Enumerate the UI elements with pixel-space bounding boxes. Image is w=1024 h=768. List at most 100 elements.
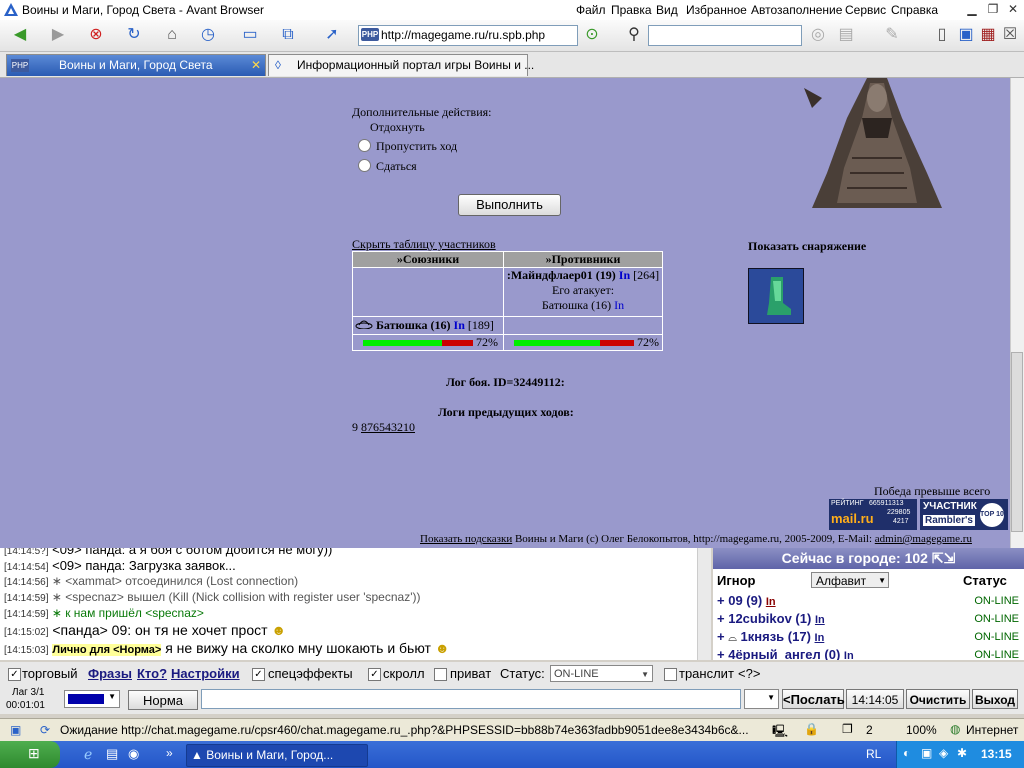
menu-tools[interactable]: Сервис <box>845 3 886 17</box>
attacker-name: Батюшка (16) <box>541 298 612 312</box>
menu-favorites[interactable]: Избранное <box>686 3 747 17</box>
translit-checkbox[interactable] <box>664 668 677 681</box>
recipient-select[interactable]: ▼ <box>744 689 779 709</box>
ally-hp-cell: 72% <box>352 334 504 351</box>
execute-button[interactable]: Выполнить <box>458 194 561 216</box>
new-page-icon[interactable]: ▯ <box>930 24 954 46</box>
translit-help-link[interactable]: <?> <box>738 666 760 681</box>
popup-blocker-icon[interactable]: 🖳 <box>772 722 788 743</box>
menu-view[interactable]: Вид <box>656 3 678 17</box>
tray-icon-1[interactable]: ◐ <box>903 746 910 760</box>
trade-checkbox[interactable]: ✓ <box>8 668 21 681</box>
status-select[interactable]: ON-LINE ▼ <box>550 665 653 682</box>
online-panel: Сейчас в городе: 102 ⇱⇲ Игнор Алфавит ▼ С… <box>713 548 1024 660</box>
online-user-row[interactable]: + ⌓ 1князь (17) In ON-LINE <box>717 629 1021 647</box>
message-input[interactable] <box>201 689 741 709</box>
zoom-level[interactable]: 100% <box>906 723 937 737</box>
cursor-icon[interactable]: ➚ <box>320 24 344 46</box>
back-icon[interactable]: ◀ <box>8 24 32 46</box>
print-icon[interactable]: ▤ <box>834 24 858 46</box>
clear-button[interactable]: Очистить <box>906 689 970 709</box>
more-quicklaunch-icon[interactable]: » <box>166 746 173 760</box>
boots-item-icon[interactable] <box>748 268 804 324</box>
start-button[interactable]: ⊞ <box>0 741 60 768</box>
search-icon[interactable]: ⚲ <box>622 24 646 46</box>
scroll-checkbox[interactable]: ✓ <box>368 668 381 681</box>
language-indicator[interactable]: RL <box>866 747 881 761</box>
settings-link[interactable]: Настройки <box>171 666 240 681</box>
refresh-icon[interactable]: ↻ <box>122 24 146 46</box>
window-icon[interactable]: ▭ <box>238 24 262 46</box>
surrender-radio[interactable] <box>358 159 371 172</box>
private-checkbox[interactable] <box>434 668 447 681</box>
search-engine-icon[interactable]: ◎ <box>806 24 830 46</box>
send-button[interactable]: <Послать <box>782 689 845 709</box>
chat-scrollbar[interactable] <box>697 548 711 660</box>
ally-hp-pct: 72% <box>476 335 498 349</box>
who-link[interactable]: Кто? <box>137 666 167 681</box>
close-tab-icon[interactable]: ☒ <box>998 24 1022 46</box>
show-gear-label[interactable]: Показать снаряжение <box>748 239 866 254</box>
stop-icon[interactable]: ⊗ <box>84 24 108 46</box>
mailru-rating-badge[interactable]: РЕЙТИНГ 665911313 229805 4217 mail.ru <box>829 499 917 530</box>
close-icon[interactable]: ✕ <box>251 55 261 76</box>
tab-magegame[interactable]: PHP Воины и Маги, Город Света ✕ <box>6 54 266 76</box>
tray-icon-3[interactable]: ◈ <box>939 746 948 760</box>
hide-table-link[interactable]: Скрыть таблицу участников <box>352 237 496 252</box>
enemy-name[interactable]: :Майндфлаер01 (19) <box>507 268 616 282</box>
chat-options-bar: ✓ торговый Фразы Кто? Настройки ✓ спецэф… <box>0 662 1024 686</box>
color-select[interactable]: ▼ <box>64 690 120 708</box>
menu-file[interactable]: Файл <box>576 3 606 17</box>
skip-turn-radio[interactable] <box>358 139 371 152</box>
hat-icon: ⌓ <box>728 632 737 644</box>
online-user-row[interactable]: + 09 (9) In ON-LINE <box>717 593 1021 611</box>
php-icon: PHP <box>11 59 29 72</box>
arrows-icon[interactable]: ⇱⇲ <box>932 550 955 566</box>
phrases-link[interactable]: Фразы <box>88 666 132 681</box>
menu-help[interactable]: Справка <box>891 3 938 17</box>
ally-info-link[interactable]: In <box>454 318 465 332</box>
page-scrollbar-thumb[interactable] <box>1011 352 1023 532</box>
nick-button[interactable]: Норма <box>128 690 198 710</box>
attacker-info-link[interactable]: In <box>614 298 624 312</box>
menu-autofill[interactable]: Автозаполнение <box>751 3 842 17</box>
chat-line: [14:14:59] ∗ <specnaz> вышел (Kill (Nick… <box>4 590 421 604</box>
tile-icon[interactable]: ▣ <box>954 24 978 46</box>
layout-icon[interactable]: ⧉ <box>276 24 300 46</box>
email-link[interactable]: admin@magegame.ru <box>875 533 972 545</box>
ally-name[interactable]: Батюшка (16) <box>376 318 451 332</box>
tab-portal[interactable]: ◊ Информационный портал игры Воины и ... <box>268 54 534 76</box>
forward-icon[interactable]: ▶ <box>46 24 70 46</box>
minimize-button[interactable]: ▁ <box>964 2 980 17</box>
search-input[interactable] <box>648 25 802 46</box>
online-user-row[interactable]: + 12cubikov (1) In ON-LINE <box>717 611 1021 629</box>
sort-select[interactable]: Алфавит ▼ <box>811 572 889 588</box>
go-icon[interactable]: ⊙ <box>580 24 604 46</box>
tray-icon-2[interactable]: ▣ <box>921 746 932 760</box>
close-button[interactable]: ✕ <box>1005 2 1021 17</box>
rating-number-2: 229805 <box>887 509 911 516</box>
address-input[interactable]: http://magegame.ru/ru.spb.php <box>381 28 545 42</box>
rambler-top100-badge[interactable]: УЧАСТНИК Rambler's TOP 100 <box>920 499 1008 530</box>
effects-checkbox[interactable]: ✓ <box>252 668 265 681</box>
enemy-info-link[interactable]: In <box>619 268 630 282</box>
ie-icon[interactable]: ℯ <box>84 746 92 763</box>
home-icon[interactable]: ⌂ <box>160 24 184 46</box>
tray-icon-4[interactable]: ✱ <box>957 746 967 760</box>
window-count-icon[interactable]: ❐ <box>842 722 853 736</box>
log-link-0[interactable]: 0 <box>409 420 415 434</box>
copyright-text: Воины и Маги (c) Олег Белокопытов, http:… <box>514 533 873 545</box>
restore-button[interactable]: ❐ <box>985 2 1001 17</box>
media-icon[interactable]: ◉ <box>128 746 139 762</box>
online-user-row[interactable]: + 4ёрный_ангел (0) In ON-LINE <box>717 647 1021 660</box>
explorer-icon[interactable]: ▤ <box>106 746 118 762</box>
menu-edit[interactable]: Правка <box>611 3 652 17</box>
edit-icon[interactable]: ✎ <box>880 24 904 46</box>
exit-button[interactable]: Выход <box>972 689 1018 709</box>
cascade-icon[interactable]: ▦ <box>976 24 1000 46</box>
show-hints-link[interactable]: Показать подсказки <box>420 533 512 545</box>
hat-icon <box>355 318 373 333</box>
address-bar[interactable]: PHP http://magegame.ru/ru.spb.php <box>358 25 578 46</box>
taskbar-item-browser[interactable]: ▲ Воины и Маги, Город... <box>186 744 368 767</box>
history-icon[interactable]: ◷ <box>196 24 220 46</box>
